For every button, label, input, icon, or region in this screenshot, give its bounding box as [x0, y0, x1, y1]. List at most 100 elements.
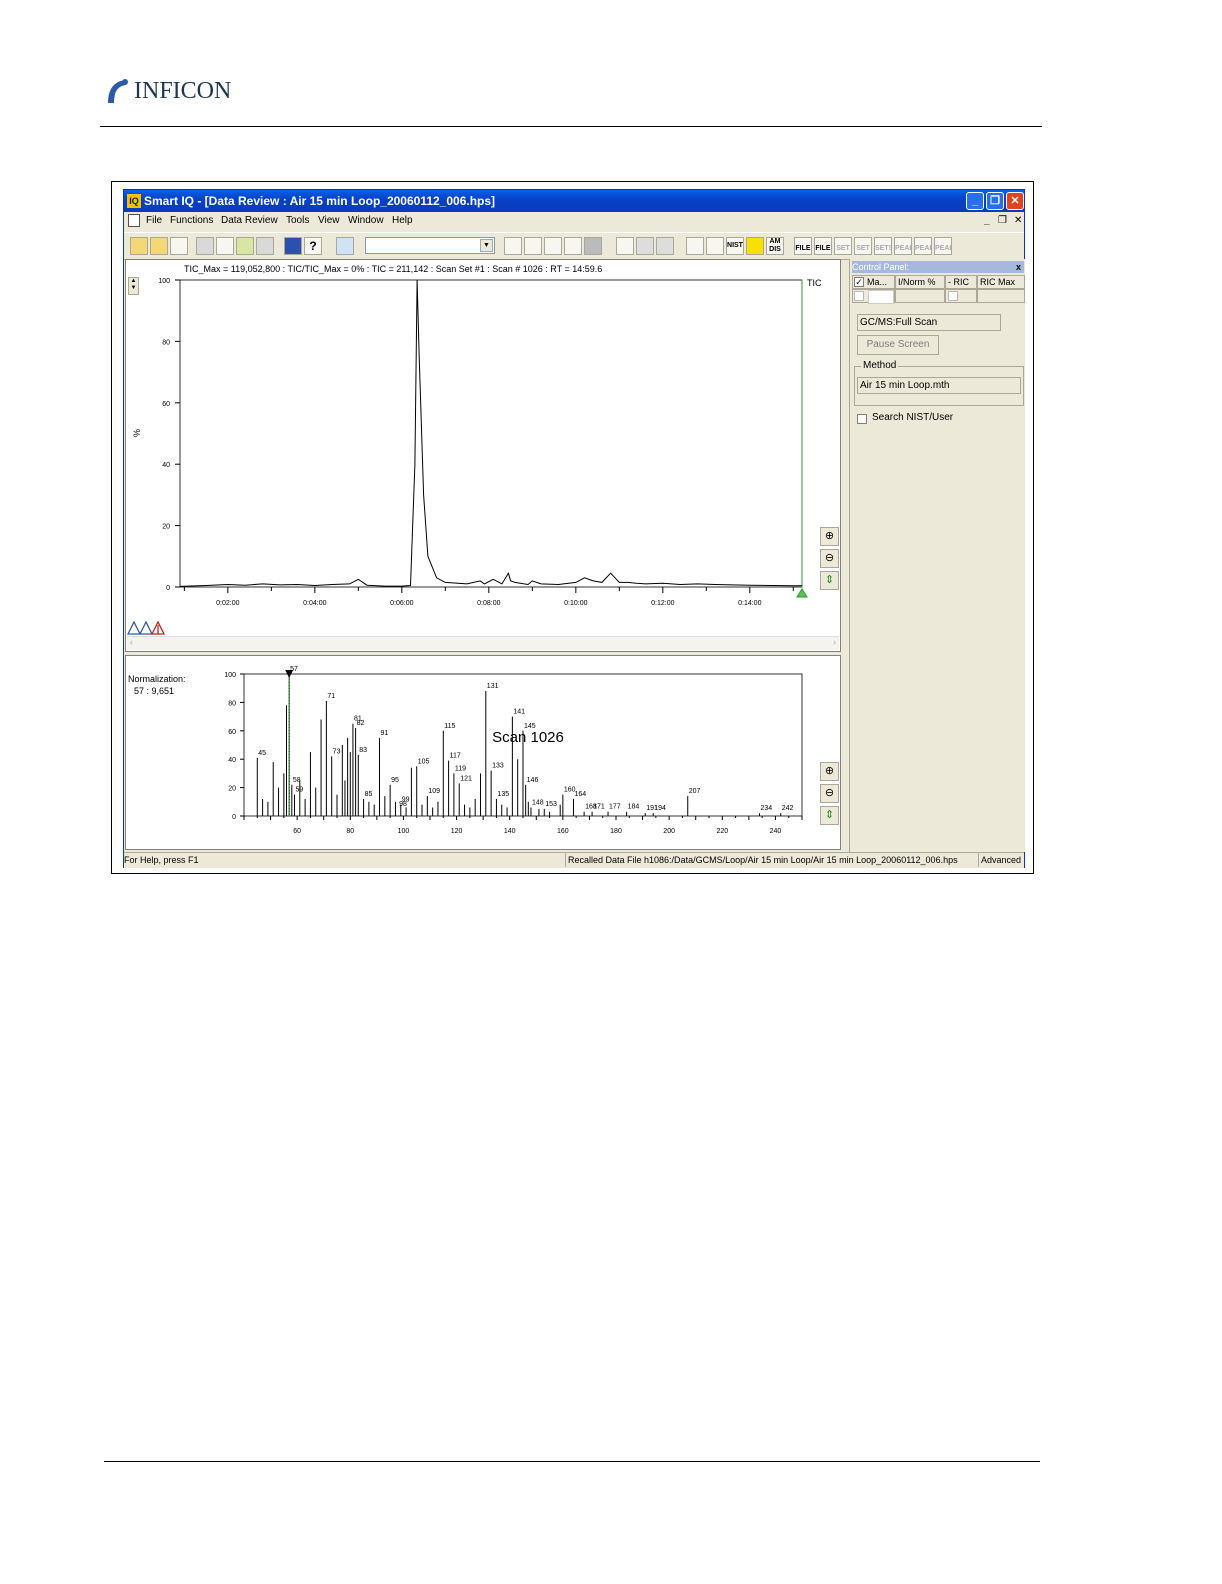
- menu-functions[interactable]: Functions: [170, 215, 213, 226]
- peak-range-button[interactable]: PEAK: [934, 237, 952, 255]
- tic-autoscale-icon[interactable]: ⇕: [820, 571, 839, 590]
- menu-bar: File Functions Data Review Tools View Wi…: [124, 212, 1024, 231]
- method-select[interactable]: ▼: [365, 237, 495, 254]
- spectrum-zoom-in-icon[interactable]: ⊕: [820, 762, 839, 781]
- title-bar[interactable]: IQ Smart IQ - [Data Review : Air 15 min …: [124, 190, 1024, 212]
- menu-help[interactable]: Help: [392, 215, 413, 226]
- file-prev-button[interactable]: FILE: [794, 237, 812, 255]
- menu-file[interactable]: File: [146, 215, 162, 226]
- spectrum-peak-label: 131: [487, 683, 499, 690]
- control-panel-close-icon[interactable]: x: [1016, 261, 1021, 273]
- menu-view[interactable]: View: [318, 215, 340, 226]
- spectrum-peak-label: 85: [365, 791, 373, 798]
- open-folder-icon[interactable]: [150, 237, 168, 255]
- overlay-icon[interactable]: [706, 237, 724, 255]
- mass-header-checkbox[interactable]: ✓: [854, 277, 864, 287]
- spectrum-icon[interactable]: [544, 237, 562, 255]
- column-ric-max[interactable]: RIC Max: [977, 275, 1025, 289]
- mass-row-checkbox[interactable]: [854, 291, 864, 301]
- spectrum-peak-label: 153: [545, 801, 557, 808]
- document-icon[interactable]: [128, 214, 140, 227]
- spectrum-zoom-out-icon[interactable]: ⊖: [820, 784, 839, 803]
- column-ric[interactable]: - RIC: [945, 275, 977, 289]
- menu-data-review[interactable]: Data Review: [221, 215, 278, 226]
- peak-prev-button[interactable]: PEAK: [894, 237, 912, 255]
- tic-chart[interactable]: 0 20 40 60 80 100 0:02:00 0:04:00 0:06:00 0:08:00…: [126, 260, 840, 620]
- print-icon[interactable]: [256, 237, 274, 255]
- minimize-button[interactable]: _: [966, 192, 984, 210]
- save-icon[interactable]: [196, 237, 214, 255]
- mdi-minimize-button[interactable]: _: [984, 215, 990, 226]
- column-inorm[interactable]: I/Norm %: [895, 275, 945, 289]
- method-icon[interactable]: [170, 237, 188, 255]
- method-group-label: Method: [861, 360, 899, 371]
- file-next-button[interactable]: FILE: [814, 237, 832, 255]
- spectrum-peak-label: 82: [357, 720, 365, 727]
- spectrum-peak-label: 71: [327, 693, 335, 700]
- warning-icon[interactable]: [746, 237, 764, 255]
- spectrum-x-tick-label: 200: [663, 828, 675, 835]
- tic-zoom-in-icon[interactable]: ⊕: [820, 527, 839, 546]
- mass-row-input[interactable]: [868, 290, 894, 304]
- spectrum-peak-label: 135: [497, 791, 509, 798]
- restore-button[interactable]: ❐: [986, 192, 1004, 210]
- chevron-down-icon[interactable]: ▼: [480, 239, 493, 252]
- spectrum-x-tick-label: 180: [610, 828, 622, 835]
- peak-next-button[interactable]: PEAK: [914, 237, 932, 255]
- library-icon[interactable]: [336, 237, 354, 255]
- spectrum-peak-label: 119: [455, 765, 466, 772]
- stop-icon[interactable]: [584, 237, 602, 255]
- close-button[interactable]: ✕: [1006, 192, 1024, 210]
- spectrum-y-tick-label: 100: [224, 672, 236, 679]
- pause-screen-button[interactable]: Pause Screen: [857, 335, 939, 355]
- spectrum-peak-label: 164: [574, 791, 586, 798]
- background-icon[interactable]: [656, 237, 674, 255]
- spectrum-peak-label: 184: [628, 804, 640, 811]
- spectrum-peak-label: 95: [391, 777, 399, 784]
- spectrum-x-tick-label: 140: [504, 828, 516, 835]
- menu-window[interactable]: Window: [348, 215, 384, 226]
- chromatogram-icon[interactable]: [686, 237, 704, 255]
- help-icon[interactable]: ?: [304, 237, 322, 255]
- nist-button[interactable]: NIST: [726, 237, 744, 255]
- app-window: IQ Smart IQ - [Data Review : Air 15 min …: [123, 189, 1025, 868]
- ric-row-checkbox[interactable]: [948, 291, 958, 301]
- spectrum-x-tick-label: 120: [451, 828, 463, 835]
- peak-markers-icon[interactable]: [126, 620, 167, 635]
- menu-tools[interactable]: Tools: [286, 215, 309, 226]
- am-dis-button[interactable]: AM DIS: [766, 237, 784, 255]
- mdi-close-button[interactable]: ✕: [1014, 215, 1022, 226]
- eic-icon[interactable]: [616, 237, 634, 255]
- scroll-right-icon[interactable]: ›: [833, 637, 836, 647]
- open-icon[interactable]: [130, 237, 148, 255]
- spectrum-peak-label: 58: [293, 777, 301, 784]
- status-mode: Advanced: [978, 853, 1027, 867]
- spectrum-autoscale-icon[interactable]: ⇕: [820, 806, 839, 825]
- pen-icon[interactable]: [564, 237, 582, 255]
- search-nist-checkbox[interactable]: [857, 414, 867, 424]
- mdi-restore-button[interactable]: ❐: [998, 215, 1007, 226]
- spectrum-peak-label: 141: [513, 709, 525, 716]
- sets-button[interactable]: SETS: [874, 237, 892, 255]
- spectrum-peak-label: 115: [444, 723, 455, 730]
- set-next-button[interactable]: SET: [854, 237, 872, 255]
- scale-icon[interactable]: [636, 237, 654, 255]
- tic-y-tick-label: 60: [162, 401, 170, 408]
- column-mass-label: Ma...: [867, 277, 888, 287]
- set-prev-button[interactable]: SET: [834, 237, 852, 255]
- ric-max-row-cell: [977, 289, 1025, 303]
- spectrum-x-tick-label: 160: [557, 828, 569, 835]
- scan-icon[interactable]: [524, 237, 542, 255]
- report-icon[interactable]: [236, 237, 254, 255]
- run-icon[interactable]: [504, 237, 522, 255]
- tic-horizontal-scrollbar[interactable]: ‹ ›: [127, 636, 839, 650]
- tic-zoom-out-icon[interactable]: ⊖: [820, 549, 839, 568]
- header-rule: [100, 126, 1042, 127]
- tune-icon[interactable]: [216, 237, 234, 255]
- spectrum-chart[interactable]: 0 20 40 60 80 100 60 80 100 120 140 160 180 200 220 240…: [126, 656, 840, 849]
- scroll-left-icon[interactable]: ‹: [130, 637, 133, 647]
- tic-y-tick-label: 100: [158, 278, 170, 285]
- search-nist-label: Search NIST/User: [872, 412, 954, 423]
- about-icon[interactable]: [284, 237, 302, 255]
- spectrum-peak-label: 59: [295, 787, 303, 794]
